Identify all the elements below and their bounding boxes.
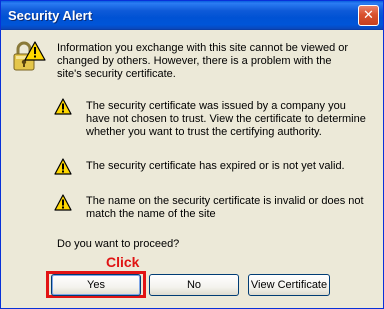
security-alert-dialog: Security Alert ✕ Information you exchang…: [0, 0, 384, 309]
dialog-title: Security Alert: [8, 8, 93, 23]
intro-text: Information you exchange with this site …: [57, 42, 349, 80]
view-certificate-button[interactable]: View Certificate: [248, 274, 330, 296]
close-icon: ✕: [363, 8, 374, 23]
no-button[interactable]: No: [149, 274, 239, 296]
warning-text-expired: The security certificate has expired or …: [86, 160, 345, 172]
click-annotation-label: Click: [106, 254, 140, 270]
warning-icon: [54, 158, 72, 175]
close-button[interactable]: ✕: [358, 5, 379, 26]
warning-text-name-mismatch: The name on the security certificate is …: [86, 195, 364, 220]
warning-icon: [54, 194, 72, 211]
warning-icon: [54, 98, 72, 115]
proceed-question: Do you want to proceed?: [57, 238, 180, 250]
warning-text-untrusted-issuer: The security certificate was issued by a…: [86, 100, 366, 138]
lock-warning-icon: [13, 41, 46, 71]
title-bar[interactable]: Security Alert ✕: [1, 1, 383, 30]
yes-button[interactable]: Yes: [51, 274, 141, 296]
